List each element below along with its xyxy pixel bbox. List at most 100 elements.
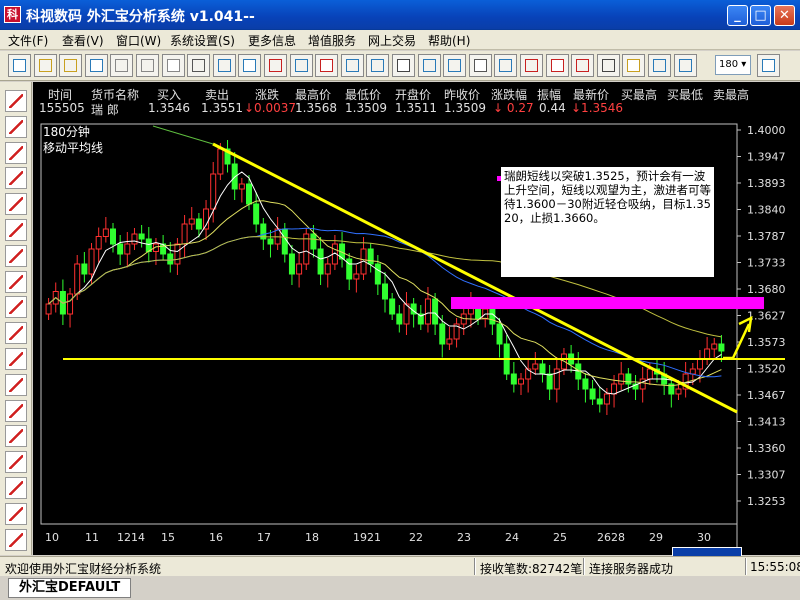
draw-button[interactable]: [571, 54, 595, 77]
calc-button[interactable]: [596, 54, 620, 77]
tab-default[interactable]: 外汇宝DEFAULT: [8, 578, 132, 598]
value-high: 1.3568: [295, 101, 337, 115]
menu-view[interactable]: 查看(V): [62, 32, 104, 49]
y-tick-label: 1.3840: [747, 204, 786, 217]
x-tick-label: 2628: [597, 531, 625, 544]
x-tick-label: 29: [649, 531, 663, 544]
copy-button[interactable]: [136, 54, 159, 77]
zoom-select[interactable]: 180 ▾: [715, 55, 751, 75]
close-button[interactable]: ✕: [774, 5, 795, 26]
list-button[interactable]: [238, 54, 262, 77]
status-welcome: 欢迎使用外汇宝财经分析系统: [5, 562, 162, 576]
wave-tool[interactable]: [5, 528, 27, 551]
menu-file[interactable]: 文件(F): [8, 32, 48, 49]
y-tick-label: 1.3573: [747, 336, 786, 349]
menu-help[interactable]: 帮助(H): [428, 32, 470, 49]
open-button[interactable]: [33, 54, 57, 77]
circle-add-icon: [9, 455, 23, 470]
stats-icon: [499, 59, 513, 72]
window-title: 科视数码 外汇宝分析系统 v1.041--: [26, 9, 255, 25]
parallel-icon: [9, 171, 23, 186]
parallel-tool[interactable]: [5, 167, 27, 190]
crossline-button[interactable]: [417, 54, 441, 77]
delete-tool[interactable]: [5, 322, 27, 345]
candle-body: [618, 373, 625, 385]
folder-button[interactable]: [59, 54, 83, 77]
cycle-tool[interactable]: [5, 399, 27, 422]
stats-button[interactable]: [494, 54, 518, 77]
value-change-pct: ↓ 0.27: [493, 101, 534, 115]
circle-remove-tool[interactable]: [5, 477, 27, 499]
open-icon: [38, 59, 52, 72]
indicator-button[interactable]: [366, 54, 390, 77]
x-tick-label: 18: [305, 531, 319, 544]
measure-tool[interactable]: [5, 502, 27, 525]
print-button[interactable]: [187, 54, 211, 77]
trend-line-icon: [9, 94, 23, 108]
chart-button[interactable]: [315, 54, 339, 77]
line-chart-button[interactable]: [289, 54, 313, 77]
table-icon: [448, 59, 462, 72]
bar-chart-button[interactable]: [264, 54, 287, 77]
circle-add-tool[interactable]: [5, 451, 27, 474]
toolbar: 180 ▾: [0, 51, 800, 81]
candle-body: [288, 253, 295, 275]
fan-line-tool[interactable]: [5, 115, 27, 138]
trend-line-tool[interactable]: [5, 90, 27, 112]
trend-icon: [345, 59, 359, 72]
chart-indicator-label: 移动平均线: [43, 141, 104, 155]
arrow-line-tool[interactable]: [5, 193, 27, 216]
title-bar[interactable]: 科 科视数码 外汇宝分析系统 v1.041-- _ □ ✕: [0, 0, 800, 30]
new-button[interactable]: [8, 54, 31, 77]
eraser-tool[interactable]: [5, 348, 27, 370]
clock-icon: [473, 59, 487, 72]
tik-tool[interactable]: [5, 141, 27, 164]
trend-button[interactable]: [340, 54, 364, 77]
ray-icon: [9, 223, 23, 237]
drawing-toolbar: [0, 82, 32, 555]
y-tick-label: 1.4000: [747, 124, 786, 137]
fibonacci-tool[interactable]: [5, 270, 27, 293]
tangent-tool[interactable]: [5, 425, 27, 448]
maximize-button[interactable]: □: [750, 5, 771, 26]
header-bid-low: 买最低: [667, 88, 704, 102]
alert-button[interactable]: [545, 54, 569, 77]
grid-button[interactable]: [212, 54, 236, 77]
menu-online-trade[interactable]: 网上交易: [368, 32, 416, 49]
news-button[interactable]: [520, 54, 543, 77]
menu-window[interactable]: 窗口(W): [116, 32, 161, 49]
cut-button[interactable]: [110, 54, 134, 77]
save-button[interactable]: [84, 54, 108, 77]
zoom-in-button[interactable]: [648, 54, 671, 77]
clock-button[interactable]: [468, 54, 492, 77]
x-tick-label: 23: [457, 531, 471, 544]
box-tool[interactable]: [5, 296, 27, 319]
menu-value-added[interactable]: 增值服务: [308, 32, 356, 49]
crossline-icon: [422, 59, 436, 72]
table-button[interactable]: [443, 54, 467, 77]
menu-bar: 文件(F) 查看(V) 窗口(W) 系统设置(S) 更多信息 增值服务 网上交易…: [0, 30, 800, 50]
breakout-arrow: [723, 323, 751, 360]
calendar-button[interactable]: [757, 54, 780, 77]
menu-more-info[interactable]: 更多信息: [248, 32, 296, 49]
candle-body: [138, 233, 145, 240]
candle-body: [489, 308, 496, 325]
cycle-icon: [9, 403, 23, 418]
segment-tool[interactable]: [5, 244, 27, 267]
zoom-out-button[interactable]: [673, 54, 697, 77]
candle-body: [446, 338, 453, 345]
book-button[interactable]: [392, 54, 415, 77]
candle-body: [596, 398, 603, 405]
chart-area[interactable]: 1.4000 1.3947 1.3893 1.3840 1.3787 1.3733 1.36…: [33, 118, 800, 555]
ray-tool[interactable]: [5, 219, 27, 241]
candle-body: [45, 303, 52, 315]
hand-button[interactable]: [622, 54, 646, 77]
paste-button[interactable]: [161, 54, 185, 77]
candle-body: [267, 238, 274, 245]
minimize-button[interactable]: _: [727, 5, 748, 26]
y-tick-label: 1.3413: [747, 416, 786, 429]
menu-settings[interactable]: 系统设置(S): [170, 32, 235, 49]
x-tick-label: 16: [209, 531, 223, 544]
channel-tool[interactable]: [5, 373, 27, 396]
candle-body: [675, 388, 682, 395]
